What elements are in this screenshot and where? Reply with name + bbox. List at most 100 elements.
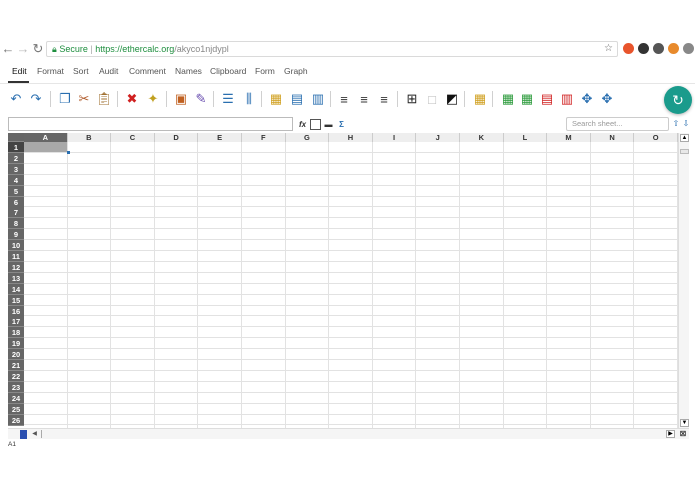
align-left-icon[interactable]: ≡	[336, 91, 352, 107]
unmerge-icon[interactable]: ▥	[310, 91, 326, 107]
column-header[interactable]: N	[590, 133, 635, 142]
row-header[interactable]: 17	[8, 316, 24, 328]
grid-icon[interactable]: ▦	[268, 91, 284, 107]
row-header[interactable]: 11	[8, 251, 24, 262]
column-header[interactable]: F	[242, 133, 286, 142]
add-row-icon[interactable]: ▦	[500, 91, 516, 107]
borders-icon[interactable]: ⊞	[404, 91, 420, 107]
sync-button[interactable]: ↻	[664, 86, 692, 114]
menu-names[interactable]: Names	[175, 66, 202, 76]
column-header[interactable]: G	[285, 133, 330, 142]
scroll-right-icon[interactable]: ▶	[666, 430, 675, 438]
row-header[interactable]: 24	[8, 392, 24, 404]
menu-comment[interactable]: Comment	[129, 66, 166, 76]
search-down-icon[interactable]: ⇩	[681, 119, 691, 129]
row-header[interactable]: 20	[8, 349, 24, 361]
scroll-thumb-h[interactable]	[20, 430, 27, 439]
row-header[interactable]: 8	[8, 218, 24, 230]
menu-form[interactable]: Form	[255, 66, 275, 76]
redo-icon[interactable]: ↷	[28, 91, 44, 107]
column-header[interactable]: L	[503, 133, 548, 142]
column-header[interactable]: K	[460, 133, 504, 142]
row-header[interactable]: 19	[8, 338, 24, 350]
column-header[interactable]: C	[111, 133, 155, 142]
extension-icon[interactable]	[683, 43, 694, 54]
row-header[interactable]: 25	[8, 403, 24, 415]
scroll-down-icon[interactable]: ▼	[680, 419, 689, 427]
column-header[interactable]: D	[154, 133, 199, 142]
menu-graph[interactable]: Graph	[284, 66, 308, 76]
row-header[interactable]: 23	[8, 381, 24, 393]
sheet-icon[interactable]	[310, 119, 321, 130]
column-header[interactable]: J	[416, 133, 460, 142]
row-header[interactable]: 6	[8, 196, 24, 208]
row-header[interactable]: 21	[8, 360, 24, 371]
align-center-icon[interactable]: ≡	[356, 91, 372, 107]
cut-icon[interactable]: ✂	[76, 91, 92, 107]
row-header[interactable]: 2	[8, 152, 24, 164]
magic-wand-icon[interactable]: ✦	[145, 91, 161, 107]
star-icon[interactable]: ☆	[604, 42, 613, 56]
column-header[interactable]: H	[329, 133, 373, 142]
delete-icon[interactable]: ✖	[124, 91, 140, 107]
scroll-thumb[interactable]	[680, 149, 689, 154]
delete-row-icon[interactable]: ▤	[539, 91, 555, 107]
copy-icon[interactable]: ❐	[57, 91, 73, 107]
link-icon[interactable]: ▬	[323, 119, 334, 130]
menu-clipboard[interactable]: Clipboard	[210, 66, 246, 76]
row-header[interactable]: 26	[8, 414, 24, 426]
row-header[interactable]: 18	[8, 327, 24, 339]
merge-icon[interactable]: ▤	[289, 91, 305, 107]
edit-icon[interactable]: ✎	[193, 91, 209, 107]
extension-icon[interactable]	[653, 43, 664, 54]
extension-icon[interactable]	[668, 43, 679, 54]
row-header[interactable]: 12	[8, 261, 24, 273]
forward-button[interactable]: →	[16, 41, 30, 56]
insert-row-icon[interactable]: ☰	[220, 91, 236, 107]
row-header[interactable]: 22	[8, 370, 24, 382]
column-header[interactable]: B	[67, 133, 112, 142]
row-header[interactable]: 4	[8, 174, 24, 186]
row-header[interactable]: 10	[8, 240, 24, 252]
row-header[interactable]: 5	[8, 185, 24, 197]
horizontal-scrollbar[interactable]: ◀ ▶ ⊠	[8, 428, 689, 439]
row-header[interactable]: 13	[8, 272, 24, 284]
lock-icon[interactable]: ▣	[173, 91, 189, 107]
align-right-icon[interactable]: ≡	[376, 91, 392, 107]
column-header[interactable]: E	[198, 133, 242, 142]
add-col-icon[interactable]: ▦	[519, 91, 535, 107]
url-field[interactable]: 🔒︎ Secure | https://ethercalc.org/akyco1…	[46, 41, 618, 57]
function-icon[interactable]: fx	[297, 119, 308, 130]
move-icon[interactable]: ✥	[599, 91, 615, 107]
scroll-left-icon[interactable]: ◀	[30, 430, 39, 438]
corner-icon[interactable]: ⊠	[678, 429, 688, 439]
column-header[interactable]: M	[547, 133, 591, 142]
sum-icon[interactable]: Σ	[336, 119, 347, 130]
menu-sort[interactable]: Sort	[73, 66, 89, 76]
row-header[interactable]: 15	[8, 294, 24, 306]
back-button[interactable]: ←	[1, 41, 15, 56]
undo-icon[interactable]: ↶	[8, 91, 24, 107]
spreadsheet-grid[interactable]: A B C D E F G H I J K L M N O 1 2 3 4 5 6 7 8 9 10 11 12 13 14 15 16 17…	[8, 133, 678, 428]
column-header[interactable]: A	[24, 133, 68, 142]
column-header[interactable]: I	[372, 133, 417, 142]
search-input[interactable]: Search sheet...	[566, 117, 669, 131]
table-icon[interactable]: ▦	[472, 91, 488, 107]
menu-format[interactable]: Format	[37, 66, 64, 76]
color-icon[interactable]: ◩	[444, 91, 460, 107]
row-header[interactable]: 16	[8, 305, 24, 317]
delete-col-icon[interactable]: ▥	[559, 91, 575, 107]
pan-icon[interactable]: ✥	[579, 91, 595, 107]
no-borders-icon[interactable]: □	[424, 91, 440, 107]
row-header[interactable]: 3	[8, 163, 24, 175]
corner-header[interactable]	[8, 133, 24, 142]
row-header[interactable]: 9	[8, 229, 24, 241]
insert-col-icon[interactable]: ⫼	[241, 91, 257, 107]
reload-button[interactable]: ↻	[31, 41, 45, 56]
row-header[interactable]: 14	[8, 283, 24, 295]
vertical-scrollbar[interactable]: ▲ ▼	[678, 133, 689, 428]
fill-handle[interactable]	[67, 151, 70, 154]
menu-audit[interactable]: Audit	[99, 66, 118, 76]
formula-input[interactable]	[8, 117, 293, 131]
extension-icon[interactable]	[638, 43, 649, 54]
